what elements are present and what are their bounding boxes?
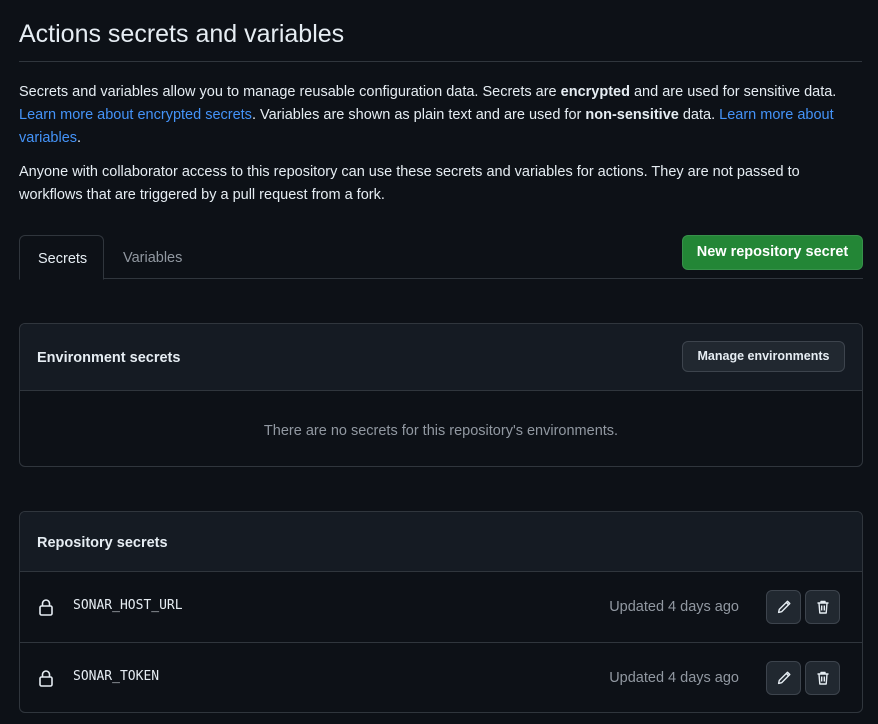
secret-name: SONAR_HOST_URL <box>73 598 183 613</box>
learn-more-encrypted-secrets-link[interactable]: Learn more about encrypted secrets <box>19 107 252 123</box>
intro-text: . Variables are shown as plain text and … <box>251 107 586 123</box>
repository-secrets-panel: Repository secrets SONAR_HOST_URL Update… <box>19 511 863 713</box>
secret-name: SONAR_TOKEN <box>73 669 160 684</box>
secret-row: SONAR_TOKEN Updated 4 days ago <box>20 642 862 712</box>
delete-secret-button[interactable] <box>805 661 840 695</box>
environment-secrets-empty-message: There are no secrets for this repository… <box>263 423 619 439</box>
secret-updated-time: Updated 4 days ago <box>609 670 739 686</box>
secret-updated-time: Updated 4 days ago <box>609 599 739 615</box>
secret-row: SONAR_HOST_URL Updated 4 days ago <box>20 572 862 642</box>
pencil-icon <box>777 600 790 614</box>
environment-secrets-title: Environment secrets <box>37 350 181 366</box>
environment-secrets-header: Environment secrets Manage environments <box>20 324 862 391</box>
intro-text: Secrets and variables allow you to manag… <box>19 84 561 100</box>
repository-secrets-header: Repository secrets <box>20 512 862 572</box>
tab-secrets[interactable]: Secrets <box>19 235 104 280</box>
trash-icon <box>817 600 828 614</box>
intro-bold-non-sensitive: non-sensitive <box>585 107 679 123</box>
trash-icon <box>817 671 828 685</box>
tab-variables[interactable]: Variables <box>105 235 200 279</box>
new-repository-secret-button[interactable]: New repository secret <box>682 235 863 270</box>
repository-secrets-title: Repository secrets <box>37 535 168 551</box>
intro-text: data. <box>678 107 720 123</box>
intro-text: and are used for sensitive data. <box>629 84 837 100</box>
edit-secret-button[interactable] <box>766 661 801 695</box>
pencil-icon <box>777 671 790 685</box>
environment-secrets-panel: Environment secrets Manage environments … <box>19 323 863 467</box>
intro-paragraph-secrets: Secrets and variables allow you to manag… <box>19 81 864 150</box>
delete-secret-button[interactable] <box>805 590 840 624</box>
lock-icon <box>39 599 53 616</box>
manage-environments-button[interactable]: Manage environments <box>682 341 845 372</box>
intro-bold-encrypted: encrypted <box>560 84 630 100</box>
lock-icon <box>39 670 53 687</box>
intro-text: . <box>77 130 82 146</box>
intro-paragraph-access: Anyone with collaborator access to this … <box>19 164 800 203</box>
title-divider <box>19 61 862 62</box>
edit-secret-button[interactable] <box>766 590 801 624</box>
page-title: Actions secrets and variables <box>19 20 345 48</box>
